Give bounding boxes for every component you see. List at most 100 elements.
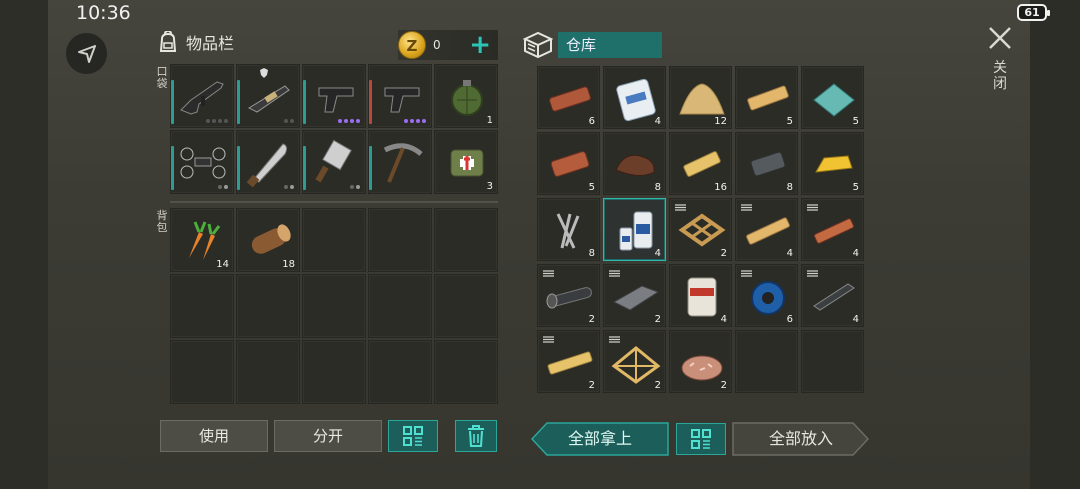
warehouse-slot-copper-beam[interactable]: 4 (801, 198, 864, 261)
put-all-label: 全部放入 (768, 429, 833, 448)
warehouse-slot-asbestos-bag[interactable]: 4 (669, 264, 732, 327)
durability-bar (369, 80, 372, 124)
quality-dots (284, 119, 294, 123)
quality-dot (422, 119, 426, 123)
warehouse-grid: 6 4 12 5 5 5 8 16 8 5 8 4 2 4 4 2 2 4 6 4 2 2 2 (537, 66, 864, 402)
backpack-slot-empty[interactable] (302, 274, 366, 338)
pocket-slot-pistol[interactable] (302, 64, 366, 128)
backpack-slot-empty[interactable] (434, 340, 498, 404)
tier-stack-icon (807, 204, 818, 211)
quality-dot (350, 119, 354, 123)
navigation-arrow-icon (77, 44, 96, 63)
warehouse-slot-wood-chips[interactable]: 2 (669, 330, 732, 393)
warehouse-slot-iron-bar[interactable]: 4 (801, 264, 864, 327)
warehouse-slot-wood-block[interactable]: 16 (669, 132, 732, 195)
take-all-button[interactable]: 全部拿上 (530, 422, 669, 456)
pocket-slot-grenade[interactable]: 1 (434, 64, 498, 128)
warehouse-slot-wooden-frame[interactable]: 2 (669, 198, 732, 261)
durability-bar (171, 146, 174, 190)
tier-stack-icon (675, 204, 686, 211)
warehouse-slot-metal-plate[interactable]: 2 (603, 264, 666, 327)
backpack-grid: 14 18 (170, 208, 498, 404)
item-count: 6 (786, 314, 793, 325)
pocket-slot-drone[interactable] (170, 130, 234, 194)
durability-bar (237, 80, 240, 124)
pocket-slot-medkit-bag[interactable]: 3 (434, 130, 498, 194)
assault-rifle-icon (180, 81, 224, 115)
backpack-slot-empty[interactable] (368, 274, 432, 338)
durability-bar (237, 146, 240, 190)
item-count: 2 (720, 248, 727, 259)
warehouse-slot-wood-beam[interactable]: 4 (735, 198, 798, 261)
split-button[interactable]: 分开 (274, 420, 382, 452)
status-time: 10:36 (76, 2, 131, 24)
left-edge (0, 0, 48, 489)
item-count: 4 (654, 248, 661, 259)
backpack-slot-log[interactable]: 18 (236, 208, 300, 272)
discard-button[interactable] (455, 420, 497, 452)
sort-inventory-button[interactable] (388, 420, 438, 452)
quality-dot (344, 119, 348, 123)
backpack-slot-empty[interactable] (368, 340, 432, 404)
item-count: 2 (654, 380, 661, 391)
warehouse-slot-copper-ingot[interactable]: 5 (537, 132, 600, 195)
warehouse-slot-empty[interactable] (801, 330, 864, 393)
warehouse-slot-empty[interactable] (735, 330, 798, 393)
put-all-button[interactable]: 全部放入 (732, 422, 870, 456)
inventory-title: 物品栏 (186, 34, 235, 53)
quality-dot (206, 119, 210, 123)
backpack-slot-empty[interactable] (170, 274, 234, 338)
add-coins-button[interactable]: + (469, 32, 491, 58)
backpack-label: 背包 (156, 209, 168, 234)
quality-dot (284, 119, 288, 123)
warehouse-slot-wood-truss[interactable]: 2 (603, 330, 666, 393)
coin-count: 0 (433, 38, 441, 52)
warehouse-slot-resin-bottles[interactable]: 4 (603, 198, 666, 261)
sort-warehouse-button[interactable] (676, 423, 726, 455)
pocket-slot-shotgun[interactable] (236, 64, 300, 128)
warehouse-slot-iron-pipe[interactable]: 2 (537, 264, 600, 327)
warehouse-slot-gold-bar[interactable]: 5 (801, 132, 864, 195)
tier-stack-icon (543, 270, 554, 277)
tier-stack-icon (609, 270, 620, 277)
backpack-slot-empty[interactable] (302, 208, 366, 272)
warehouse-slot-wood-post[interactable]: 2 (537, 330, 600, 393)
warehouse-slot-sand-pile[interactable]: 12 (669, 66, 732, 129)
warehouse-slot-glass-sheet[interactable]: 5 (801, 66, 864, 129)
item-count: 16 (714, 182, 727, 193)
pocket-slot-cleaver[interactable] (302, 130, 366, 194)
warehouse-slot-leather[interactable]: 8 (603, 132, 666, 195)
backpack-slot-empty[interactable] (236, 340, 300, 404)
pocket-slot-pickaxe[interactable] (368, 130, 432, 194)
pocket-slot-machete[interactable] (236, 130, 300, 194)
use-button[interactable]: 使用 (160, 420, 268, 452)
warehouse-slot-wire-spool[interactable]: 6 (735, 264, 798, 327)
backpack-slot-empty[interactable] (368, 208, 432, 272)
backpack-slot-carrots[interactable]: 14 (170, 208, 234, 272)
backpack-slot-empty[interactable] (236, 274, 300, 338)
pocket-slot-assault-rifle[interactable] (170, 64, 234, 128)
pocket-slot-pistol[interactable] (368, 64, 432, 128)
close-icon[interactable] (986, 24, 1014, 52)
backpack-slot-empty[interactable] (170, 340, 234, 404)
quality-dots (404, 119, 426, 123)
warehouse-slot-iron-ingot[interactable]: 8 (735, 132, 798, 195)
warehouse-slot-cement-bag[interactable]: 4 (603, 66, 666, 129)
warehouse-slot-wood-plank[interactable]: 5 (735, 66, 798, 129)
tier-stack-icon (807, 270, 818, 277)
grid-sort-icon (691, 429, 711, 449)
pistol-icon (384, 87, 420, 113)
pickaxe-icon (383, 143, 423, 183)
close-label[interactable]: 关闭 (992, 60, 1008, 92)
grid-sort-icon (403, 426, 423, 446)
crate-icon (522, 31, 554, 59)
backpack-icon (159, 31, 177, 52)
navigation-button[interactable] (66, 33, 107, 74)
shield-icon (260, 68, 268, 78)
durability-bar (369, 146, 372, 190)
warehouse-slot-nails[interactable]: 8 (537, 198, 600, 261)
backpack-slot-empty[interactable] (434, 274, 498, 338)
backpack-slot-empty[interactable] (434, 208, 498, 272)
backpack-slot-empty[interactable] (302, 340, 366, 404)
warehouse-slot-copper-plank[interactable]: 6 (537, 66, 600, 129)
